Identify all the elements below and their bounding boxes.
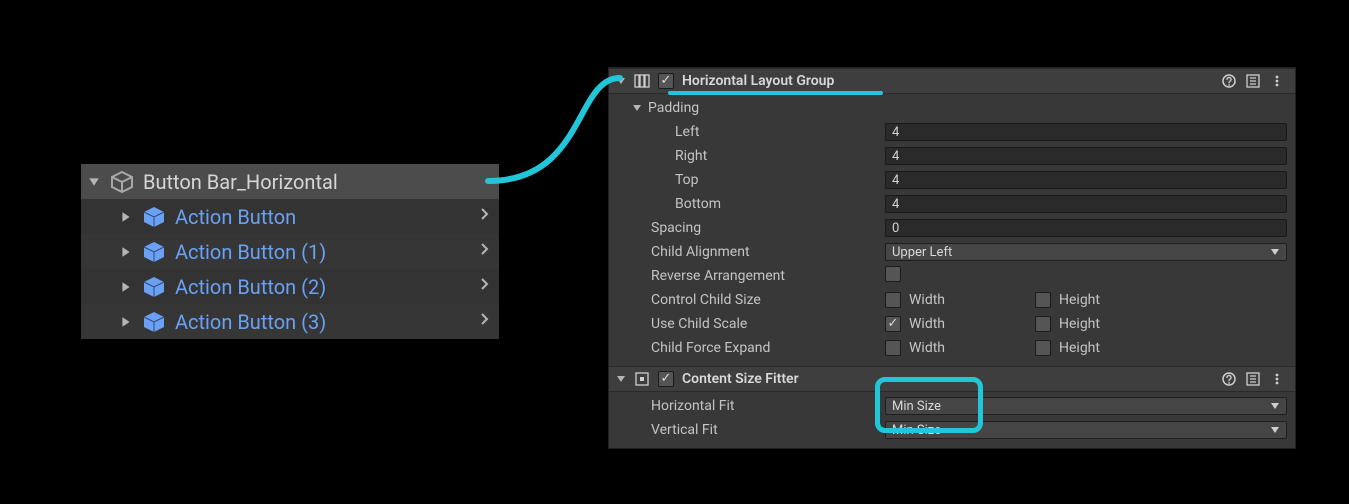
hierarchy-panel: Button Bar_Horizontal Action Button Acti… bbox=[81, 164, 499, 339]
prefab-icon bbox=[141, 274, 167, 300]
open-prefab-icon[interactable] bbox=[479, 278, 491, 296]
foldout-caret-icon[interactable] bbox=[119, 280, 133, 294]
horizontal-layout-group-icon bbox=[634, 73, 650, 89]
hlg-properties: Padding Left 4 Right 4 Top 4 Bottom 4 Sp… bbox=[609, 94, 1295, 366]
open-prefab-icon[interactable] bbox=[479, 313, 491, 331]
force-width-checkbox[interactable] bbox=[885, 340, 901, 356]
child-force-expand-label: Child Force Expand bbox=[617, 340, 877, 356]
padding-top-field[interactable]: 4 bbox=[885, 171, 1287, 189]
hierarchy-item-label: Action Button (3) bbox=[175, 310, 326, 334]
open-prefab-icon[interactable] bbox=[479, 243, 491, 261]
horizontal-fit-select[interactable]: Min Size bbox=[885, 397, 1287, 415]
control-child-size-label: Control Child Size bbox=[617, 292, 877, 308]
csf-properties: Horizontal Fit Min Size Vertical Fit Min… bbox=[609, 392, 1295, 448]
open-prefab-icon[interactable] bbox=[479, 208, 491, 226]
hierarchy-item-parent[interactable]: Button Bar_Horizontal bbox=[81, 164, 499, 199]
annotation-underline bbox=[668, 91, 883, 95]
vertical-fit-select[interactable]: Min Size bbox=[885, 421, 1287, 439]
hierarchy-item-label: Button Bar_Horizontal bbox=[143, 170, 338, 194]
content-size-fitter-icon bbox=[634, 371, 650, 387]
use-child-scale-label: Use Child Scale bbox=[617, 316, 877, 332]
foldout-caret-icon[interactable] bbox=[615, 76, 626, 87]
help-icon[interactable] bbox=[1221, 73, 1237, 89]
foldout-caret-icon[interactable] bbox=[119, 315, 133, 329]
height-label: Height bbox=[1059, 292, 1100, 308]
width-label: Width bbox=[909, 316, 945, 332]
control-width-checkbox[interactable] bbox=[885, 292, 901, 308]
reverse-arrangement-checkbox[interactable] bbox=[885, 266, 901, 282]
padding-left-field[interactable]: 4 bbox=[885, 123, 1287, 141]
component-title: Content Size Fitter bbox=[682, 371, 799, 387]
padding-bottom-label: Bottom bbox=[617, 196, 877, 212]
prefab-icon bbox=[141, 239, 167, 265]
inspector-panel: Horizontal Layout Group Padding Left 4 R… bbox=[608, 67, 1296, 449]
chevron-down-icon bbox=[1270, 425, 1280, 435]
scale-height-checkbox[interactable] bbox=[1035, 316, 1051, 332]
help-icon[interactable] bbox=[1221, 371, 1237, 387]
padding-right-field[interactable]: 4 bbox=[885, 147, 1287, 165]
horizontal-fit-value: Min Size bbox=[892, 399, 941, 414]
padding-left-label: Left bbox=[617, 124, 877, 140]
component-enable-checkbox[interactable] bbox=[658, 73, 674, 89]
chevron-down-icon bbox=[1270, 247, 1280, 257]
component-title: Horizontal Layout Group bbox=[682, 73, 834, 89]
foldout-caret-icon[interactable] bbox=[119, 245, 133, 259]
scale-width-checkbox[interactable] bbox=[885, 316, 901, 332]
force-height-checkbox[interactable] bbox=[1035, 340, 1051, 356]
hierarchy-item-child[interactable]: Action Button (1) bbox=[81, 234, 499, 269]
hierarchy-item-child[interactable]: Action Button bbox=[81, 199, 499, 234]
foldout-caret-icon[interactable] bbox=[615, 374, 626, 385]
preset-icon[interactable] bbox=[1245, 371, 1261, 387]
hierarchy-item-label: Action Button (2) bbox=[175, 275, 326, 299]
hierarchy-item-label: Action Button (1) bbox=[175, 240, 326, 264]
width-label: Width bbox=[909, 292, 945, 308]
chevron-down-icon bbox=[1270, 401, 1280, 411]
hierarchy-item-label: Action Button bbox=[175, 205, 296, 229]
foldout-caret-icon[interactable] bbox=[87, 175, 101, 189]
foldout-caret-icon[interactable] bbox=[119, 210, 133, 224]
padding-top-label: Top bbox=[617, 172, 877, 188]
child-alignment-select[interactable]: Upper Left bbox=[885, 243, 1287, 261]
spacing-label: Spacing bbox=[617, 220, 877, 236]
spacing-field[interactable]: 0 bbox=[885, 219, 1287, 237]
hierarchy-item-child[interactable]: Action Button (2) bbox=[81, 269, 499, 304]
child-alignment-value: Upper Left bbox=[892, 245, 952, 260]
component-enable-checkbox[interactable] bbox=[658, 371, 674, 387]
vertical-fit-label: Vertical Fit bbox=[617, 422, 877, 438]
padding-bottom-field[interactable]: 4 bbox=[885, 195, 1287, 213]
height-label: Height bbox=[1059, 340, 1100, 356]
height-label: Height bbox=[1059, 316, 1100, 332]
prefab-icon bbox=[141, 309, 167, 335]
preset-icon[interactable] bbox=[1245, 73, 1261, 89]
context-menu-icon[interactable] bbox=[1269, 371, 1285, 387]
child-alignment-label: Child Alignment bbox=[617, 244, 877, 260]
horizontal-fit-label: Horizontal Fit bbox=[617, 398, 877, 414]
control-height-checkbox[interactable] bbox=[1035, 292, 1051, 308]
width-label: Width bbox=[909, 340, 945, 356]
padding-right-label: Right bbox=[617, 148, 877, 164]
gameobject-icon bbox=[109, 169, 135, 195]
reverse-arrangement-label: Reverse Arrangement bbox=[617, 268, 877, 284]
foldout-caret-icon[interactable] bbox=[631, 103, 642, 114]
hierarchy-item-child[interactable]: Action Button (3) bbox=[81, 304, 499, 339]
vertical-fit-value: Min Size bbox=[892, 423, 941, 438]
context-menu-icon[interactable] bbox=[1269, 73, 1285, 89]
padding-label: Padding bbox=[648, 100, 699, 116]
prefab-icon bbox=[141, 204, 167, 230]
component-header-csf[interactable]: Content Size Fitter bbox=[609, 366, 1295, 392]
